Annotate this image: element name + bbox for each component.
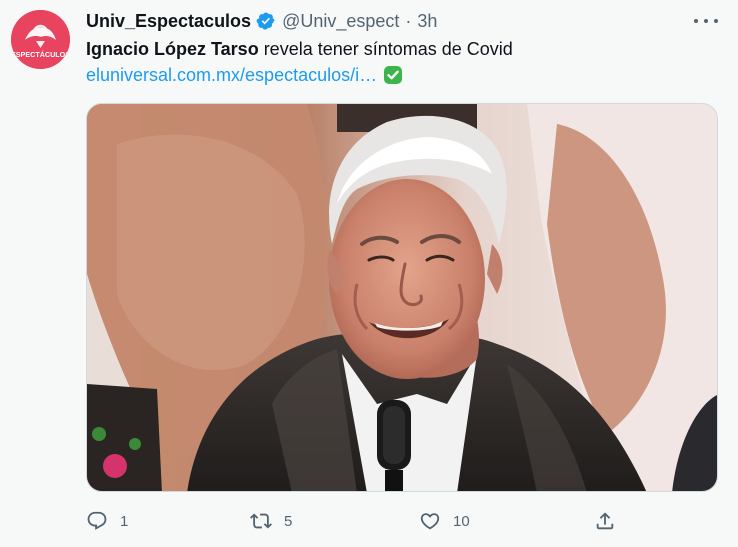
- link-line: eluniversal.com.mx/espectaculos/i…: [86, 63, 403, 87]
- retweet-icon: [250, 510, 272, 532]
- tweet-actions: 1 5 10: [86, 506, 626, 536]
- share-button[interactable]: [594, 506, 616, 536]
- retweet-count: 5: [284, 512, 293, 530]
- timestamp[interactable]: 3h: [417, 11, 437, 32]
- handle[interactable]: @Univ_espect: [282, 11, 399, 32]
- tweet-photo[interactable]: [86, 103, 718, 492]
- tweet-header: Univ_Espectaculos @Univ_espect · 3h: [86, 9, 437, 33]
- article-link[interactable]: eluniversal.com.mx/espectaculos/i…: [86, 65, 377, 86]
- tweet[interactable]: ESPECTÁCULOS Univ_Espectaculos @Univ_esp…: [0, 0, 738, 547]
- share-icon: [594, 510, 616, 532]
- tweet-text-bold: Ignacio López Tarso: [86, 39, 259, 59]
- display-name[interactable]: Univ_Espectaculos: [86, 11, 251, 32]
- verified-badge-icon: [256, 11, 276, 31]
- tweet-text-rest: revela tener síntomas de Covid: [258, 39, 513, 59]
- check-mark-button-icon: [383, 65, 403, 85]
- reply-icon: [86, 510, 108, 532]
- separator-dot: ·: [405, 10, 412, 31]
- heart-icon: [419, 510, 441, 532]
- like-count: 10: [453, 512, 470, 530]
- avatar-wordmark: ESPECTÁCULOS: [11, 50, 70, 59]
- reply-count: 1: [120, 512, 129, 530]
- tweet-text: Ignacio López Tarso revela tener síntoma…: [86, 37, 513, 61]
- like-button[interactable]: 10: [419, 506, 470, 536]
- retweet-button[interactable]: 5: [250, 506, 292, 536]
- reply-button[interactable]: 1: [86, 506, 128, 536]
- more-options-icon[interactable]: [694, 12, 718, 30]
- avatar[interactable]: ESPECTÁCULOS: [11, 10, 70, 69]
